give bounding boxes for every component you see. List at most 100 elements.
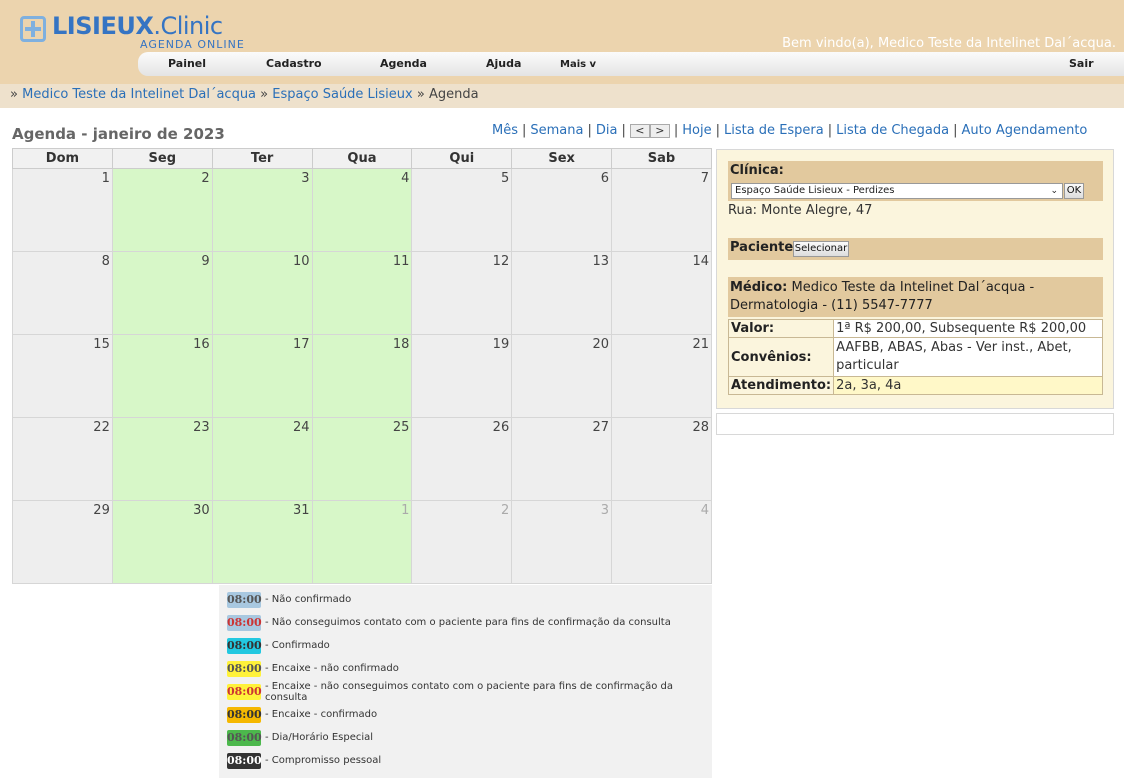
day-number[interactable]: 6 xyxy=(601,171,609,186)
calendar-day-cell[interactable]: 31 xyxy=(211,500,313,584)
calendar-day-cell[interactable]: 1 xyxy=(311,500,413,584)
day-number[interactable]: 2 xyxy=(201,171,209,186)
day-number[interactable]: 18 xyxy=(393,337,410,352)
calendar-day-cell[interactable]: 10 xyxy=(211,251,313,335)
calendar-day-cell[interactable]: 12 xyxy=(411,251,513,335)
calendar-day-cell[interactable]: 23 xyxy=(111,417,213,501)
prev-month-button[interactable]: < xyxy=(629,123,650,138)
day-number[interactable]: 5 xyxy=(501,171,509,186)
calendar-day-cell[interactable]: 3 xyxy=(511,500,613,584)
menu-item-agenda[interactable]: Agenda xyxy=(380,57,427,70)
calendar-day-cell[interactable]: 1 xyxy=(12,168,113,252)
select-patient-button[interactable]: Selecionar xyxy=(793,241,849,257)
day-number[interactable]: 20 xyxy=(593,337,610,352)
day-number[interactable]: 2 xyxy=(501,503,509,518)
calendar-day-cell[interactable]: 28 xyxy=(611,417,712,501)
lisieux-logo[interactable]: LISIEUX.Clinic AGENDA ONLINE xyxy=(20,12,250,51)
day-number[interactable]: 29 xyxy=(93,503,110,518)
day-number[interactable]: 10 xyxy=(293,254,310,269)
calendar-day-cell[interactable]: 7 xyxy=(611,168,712,252)
day-number[interactable]: 4 xyxy=(401,171,409,186)
calendar-day-cell[interactable]: 17 xyxy=(211,334,313,418)
day-number[interactable]: 13 xyxy=(593,254,610,269)
auto-scheduling-link[interactable]: Auto Agendamento xyxy=(962,123,1088,138)
calendar-day-cell[interactable]: 26 xyxy=(411,417,513,501)
day-number[interactable]: 1 xyxy=(102,171,110,186)
next-month-button[interactable]: > xyxy=(649,123,670,138)
weekday-header: Sab xyxy=(611,148,712,169)
calendar-day-cell[interactable]: 2 xyxy=(411,500,513,584)
view-month-link[interactable]: Mês xyxy=(492,123,518,138)
breadcrumb-current: » Agenda xyxy=(416,87,479,102)
legend-label: - Encaixe - confirmado xyxy=(265,709,378,720)
view-day-link[interactable]: Dia xyxy=(596,123,618,138)
day-number[interactable]: 26 xyxy=(493,420,510,435)
menu-item-cadastro[interactable]: Cadastro xyxy=(266,57,322,70)
clinic-select[interactable]: Espaço Saúde Lisieux - Perdizes ⌄ xyxy=(731,183,1063,199)
brand-tagline: AGENDA ONLINE xyxy=(140,38,245,51)
day-number[interactable]: 11 xyxy=(393,254,410,269)
calendar-day-cell[interactable]: 4 xyxy=(611,500,712,584)
calendar-day-cell[interactable]: 13 xyxy=(511,251,613,335)
calendar-day-cell[interactable]: 25 xyxy=(311,417,413,501)
day-number[interactable]: 7 xyxy=(701,171,709,186)
day-number[interactable]: 1 xyxy=(401,503,409,518)
day-number[interactable]: 14 xyxy=(692,254,709,269)
calendar-day-cell[interactable]: 21 xyxy=(611,334,712,418)
day-number[interactable]: 24 xyxy=(293,420,310,435)
menu-item-painel[interactable]: Painel xyxy=(168,57,206,70)
calendar-day-cell[interactable]: 5 xyxy=(411,168,513,252)
day-number[interactable]: 12 xyxy=(493,254,510,269)
day-number[interactable]: 27 xyxy=(593,420,610,435)
day-number[interactable]: 30 xyxy=(193,503,210,518)
calendar-day-cell[interactable]: 4 xyxy=(311,168,413,252)
calendar-day-cell[interactable]: 29 xyxy=(12,500,113,584)
calendar-day-cell[interactable]: 3 xyxy=(211,168,313,252)
calendar-day-cell[interactable]: 24 xyxy=(211,417,313,501)
clinic-ok-button[interactable]: OK xyxy=(1064,183,1084,199)
day-number[interactable]: 22 xyxy=(93,420,110,435)
calendar-day-cell[interactable]: 18 xyxy=(311,334,413,418)
day-number[interactable]: 28 xyxy=(692,420,709,435)
day-number[interactable]: 21 xyxy=(692,337,709,352)
day-number[interactable]: 19 xyxy=(493,337,510,352)
price-value: 1ª R$ 200,00, Subsequente R$ 200,00 xyxy=(833,319,1103,338)
breadcrumb-clinic-link[interactable]: Espaço Saúde Lisieux xyxy=(272,87,412,102)
calendar-day-cell[interactable]: 19 xyxy=(411,334,513,418)
day-number[interactable]: 16 xyxy=(193,337,210,352)
today-link[interactable]: Hoje xyxy=(682,123,711,138)
clinic-info-panel: Clínica: Espaço Saúde Lisieux - Perdizes… xyxy=(716,149,1114,409)
calendar-day-cell[interactable]: 16 xyxy=(111,334,213,418)
calendar-day-cell[interactable]: 14 xyxy=(611,251,712,335)
day-number[interactable]: 3 xyxy=(301,171,309,186)
calendar-day-cell[interactable]: 22 xyxy=(12,417,113,501)
day-number[interactable]: 15 xyxy=(93,337,110,352)
day-number[interactable]: 31 xyxy=(293,503,310,518)
day-number[interactable]: 17 xyxy=(293,337,310,352)
calendar-day-cell[interactable]: 6 xyxy=(511,168,613,252)
calendar-day-cell[interactable]: 11 xyxy=(311,251,413,335)
status-chip: 08:00 xyxy=(227,706,262,723)
waiting-list-link[interactable]: Lista de Espera xyxy=(724,123,824,138)
menu-item-mais[interactable]: Mais v xyxy=(560,59,596,70)
calendar-day-cell[interactable]: 30 xyxy=(111,500,213,584)
calendar-day-cell[interactable]: 2 xyxy=(111,168,213,252)
arrival-list-link[interactable]: Lista de Chegada xyxy=(836,123,949,138)
day-number[interactable]: 8 xyxy=(102,254,110,269)
day-number[interactable]: 9 xyxy=(201,254,209,269)
legend-label: - Não confirmado xyxy=(265,594,352,605)
breadcrumb-doctor-link[interactable]: Medico Teste da Intelinet Dal´acqua xyxy=(22,87,256,102)
calendar-day-cell[interactable]: 20 xyxy=(511,334,613,418)
calendar-day-cell[interactable]: 9 xyxy=(111,251,213,335)
calendar-day-cell[interactable]: 27 xyxy=(511,417,613,501)
menu-item-ajuda[interactable]: Ajuda xyxy=(486,57,521,70)
calendar-day-cell[interactable]: 8 xyxy=(12,251,113,335)
day-number[interactable]: 25 xyxy=(393,420,410,435)
logout-button[interactable]: Sair xyxy=(1069,57,1094,70)
day-number[interactable]: 3 xyxy=(601,503,609,518)
calendar-day-cell[interactable]: 15 xyxy=(12,334,113,418)
day-number[interactable]: 23 xyxy=(193,420,210,435)
chevron-down-icon: ⌄ xyxy=(1050,186,1058,196)
day-number[interactable]: 4 xyxy=(701,503,709,518)
view-week-link[interactable]: Semana xyxy=(530,123,583,138)
